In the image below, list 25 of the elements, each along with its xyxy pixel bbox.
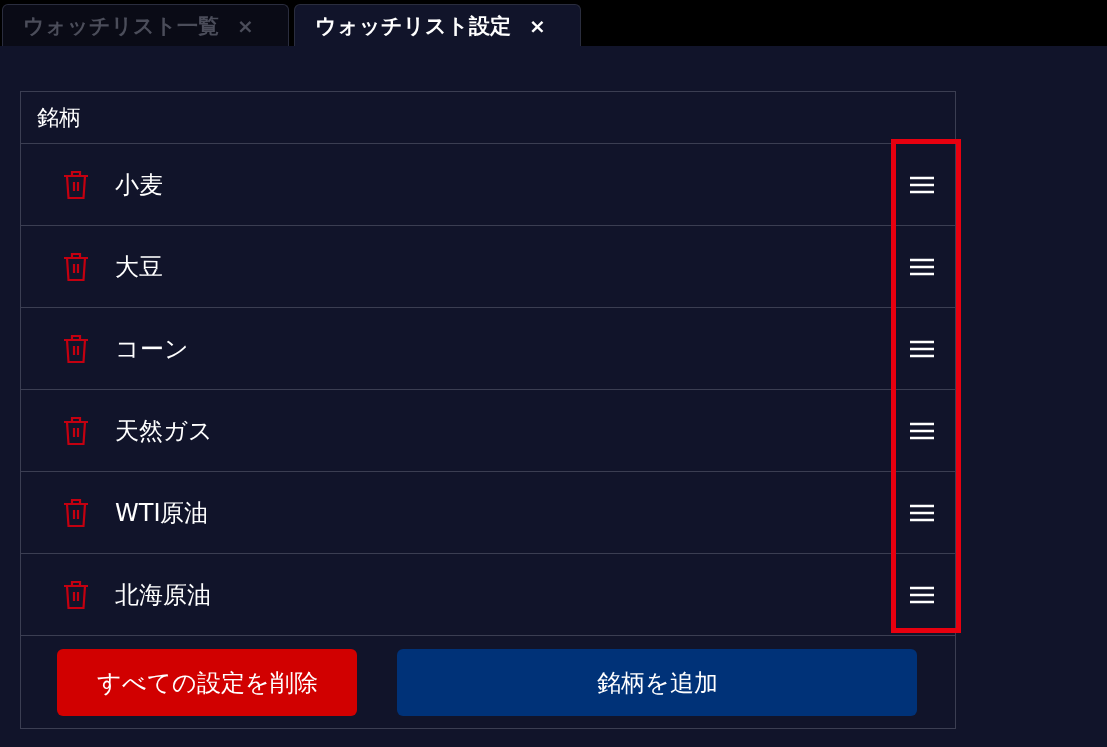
tab-label: ウォッチリスト一覧 [23, 12, 219, 40]
trash-icon[interactable] [63, 333, 89, 364]
drag-handle-icon[interactable] [909, 257, 935, 276]
symbol-name: WTI原油 [115, 497, 210, 529]
tab-label: ウォッチリスト設定 [315, 12, 511, 40]
drag-handle-icon[interactable] [909, 503, 935, 522]
trash-icon[interactable] [63, 415, 89, 446]
symbol-name: 天然ガス [115, 415, 214, 447]
tab[interactable]: ウォッチリスト設定 × [294, 4, 581, 46]
drag-handle-icon[interactable] [909, 421, 935, 440]
symbol-name: 小麦 [115, 169, 164, 201]
trash-icon[interactable] [63, 251, 89, 282]
drag-handle-icon[interactable] [909, 175, 935, 194]
add-button[interactable]: 銘柄を追加 [397, 649, 917, 716]
close-icon[interactable]: × [529, 13, 546, 38]
symbol-name: 北海原油 [115, 579, 212, 611]
drag-handle-icon[interactable] [909, 585, 935, 604]
symbol-name: コーン [115, 333, 190, 365]
drag-handle-icon[interactable] [909, 339, 935, 358]
trash-icon[interactable] [63, 579, 89, 610]
delete-all-button[interactable]: すべての設定を削除 [57, 649, 357, 716]
trash-icon[interactable] [63, 169, 89, 200]
column-header: 銘柄 [37, 103, 81, 132]
symbol-name: 大豆 [115, 251, 164, 283]
trash-icon[interactable] [63, 497, 89, 528]
